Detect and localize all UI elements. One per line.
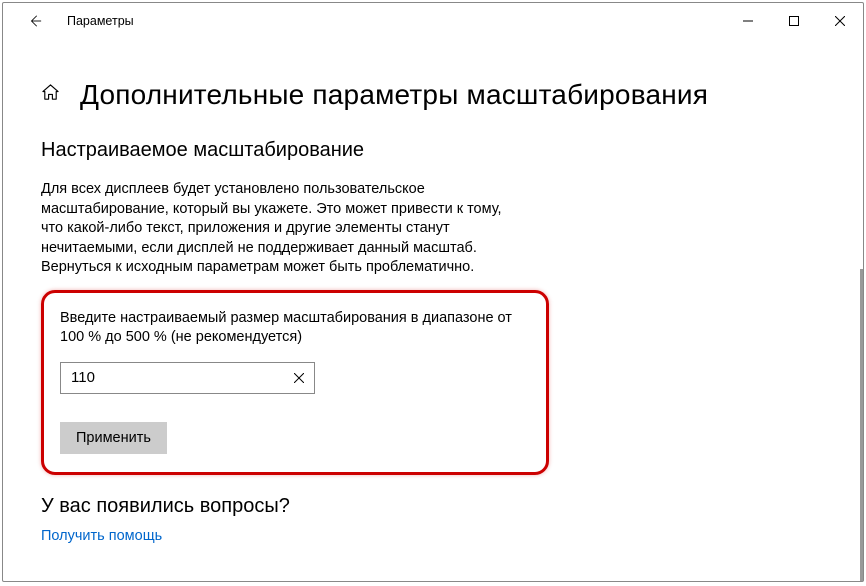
scrollbar[interactable] [860, 269, 863, 581]
scale-input-label: Введите настраиваемый размер масштабиров… [60, 309, 530, 348]
clear-input-button[interactable] [283, 362, 315, 394]
arrow-left-icon [28, 14, 42, 28]
minimize-button[interactable] [725, 5, 771, 37]
section-title: Настраиваемое масштабирование [41, 139, 825, 162]
minimize-icon [743, 16, 753, 26]
close-icon [835, 16, 845, 26]
scale-input[interactable] [60, 362, 315, 394]
maximize-icon [789, 16, 799, 26]
page-title: Дополнительные параметры масштабирования [80, 79, 708, 111]
get-help-link[interactable]: Получить помощь [41, 528, 825, 544]
close-button[interactable] [817, 5, 863, 37]
apply-button[interactable]: Применить [60, 422, 167, 454]
back-button[interactable] [19, 5, 51, 37]
x-icon [294, 373, 304, 383]
section-description: Для всех дисплеев будет установлено поль… [41, 180, 521, 278]
questions-title: У вас появились вопросы? [41, 495, 825, 518]
window-title: Параметры [67, 14, 134, 28]
maximize-button[interactable] [771, 5, 817, 37]
custom-scaling-box: Введите настраиваемый размер масштабиров… [41, 290, 549, 475]
home-icon[interactable] [41, 83, 60, 107]
